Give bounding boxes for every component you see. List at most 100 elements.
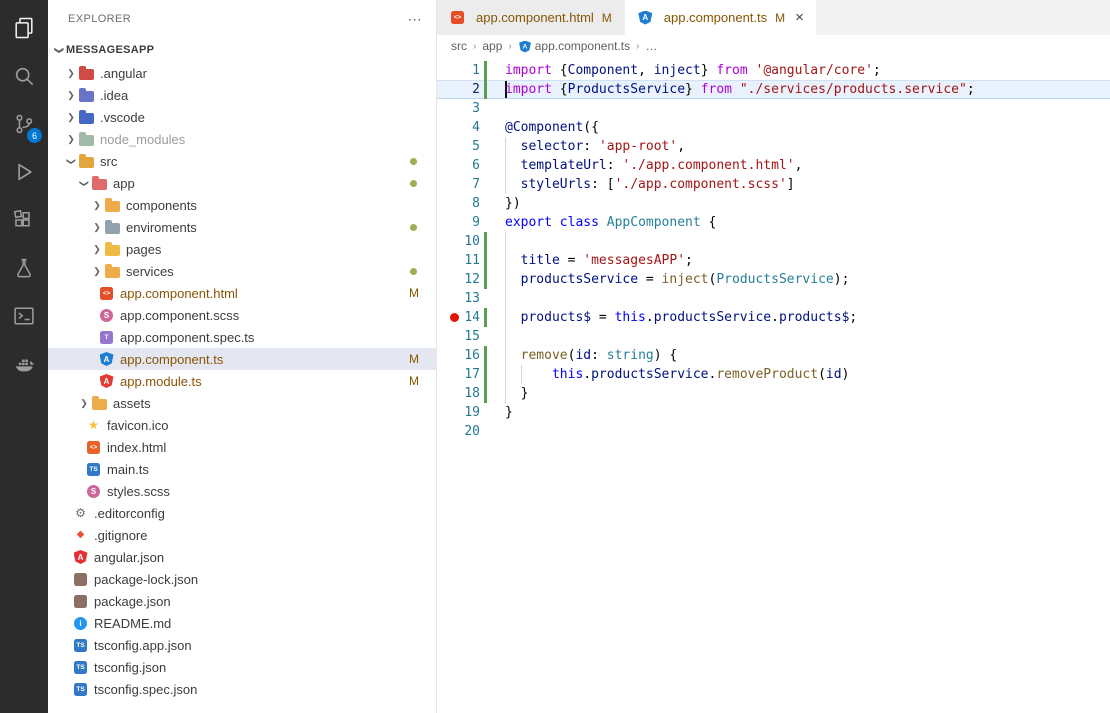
gutter[interactable]: 19 — [437, 403, 505, 422]
tree-item-angular-json[interactable]: Aangular.json — [48, 546, 436, 568]
tab-app-component-html[interactable]: <>app.component.htmlM — [437, 0, 625, 35]
code-line[interactable]: 15 — [437, 327, 1110, 346]
more-actions-icon[interactable]: ⋯ — [408, 11, 422, 28]
activity-testing-button[interactable] — [0, 244, 48, 292]
breadcrumb-item[interactable]: Aapp.component.ts — [518, 39, 630, 53]
code-text[interactable]: remove(id: string) { — [505, 346, 1110, 365]
workspace-section-header[interactable]: ❯ MESSAGESAPP — [48, 38, 436, 62]
code-text[interactable]: }) — [505, 194, 1110, 213]
code-text[interactable] — [505, 99, 1110, 118]
tree-item-app[interactable]: ❯app — [48, 172, 436, 194]
code-text[interactable]: } — [505, 384, 1110, 403]
tree-item-editorconfig[interactable]: ⚙.editorconfig — [48, 502, 436, 524]
code-line[interactable]: 8}) — [437, 194, 1110, 213]
gutter[interactable]: 18 — [437, 384, 505, 403]
tree-item-angular[interactable]: ❯.angular — [48, 62, 436, 84]
code-text[interactable]: styleUrls: ['./app.component.scss'] — [505, 175, 1110, 194]
tree-item-styles-scss[interactable]: Sstyles.scss — [48, 480, 436, 502]
tree-item-enviroments[interactable]: ❯enviroments — [48, 216, 436, 238]
code-line[interactable]: 11 title = 'messagesAPP'; — [437, 251, 1110, 270]
code-line[interactable]: 2import {ProductsService} from "./servic… — [437, 80, 1110, 99]
gutter[interactable]: 12 — [437, 270, 505, 289]
gutter[interactable]: 1 — [437, 61, 505, 80]
gutter[interactable]: 10 — [437, 232, 505, 251]
code-text[interactable]: import {ProductsService} from "./service… — [505, 80, 1110, 99]
tree-item-app-module-ts[interactable]: Aapp.module.tsM — [48, 370, 436, 392]
tree-item-components[interactable]: ❯components — [48, 194, 436, 216]
activity-explorer-button[interactable] — [0, 4, 48, 52]
tree-item-vscode[interactable]: ❯.vscode — [48, 106, 436, 128]
gutter[interactable]: 15 — [437, 327, 505, 346]
gutter[interactable]: 2 — [437, 80, 505, 99]
tree-item-index-html[interactable]: <>index.html — [48, 436, 436, 458]
code-line[interactable]: 5 selector: 'app-root', — [437, 137, 1110, 156]
code-text[interactable]: selector: 'app-root', — [505, 137, 1110, 156]
gutter[interactable]: 14 — [437, 308, 505, 327]
code-text[interactable]: @Component({ — [505, 118, 1110, 137]
code-line[interactable]: 20 — [437, 422, 1110, 441]
code-text[interactable]: export class AppComponent { — [505, 213, 1110, 232]
code-line[interactable]: 10 — [437, 232, 1110, 251]
tree-item-idea[interactable]: ❯.idea — [48, 84, 436, 106]
code-text[interactable]: } — [505, 403, 1110, 422]
activity-docker-button[interactable] — [0, 340, 48, 388]
tree-item-gitignore[interactable]: ◆.gitignore — [48, 524, 436, 546]
tree-item-package-lock-json[interactable]: package-lock.json — [48, 568, 436, 590]
code-text[interactable]: templateUrl: './app.component.html', — [505, 156, 1110, 175]
gutter[interactable]: 3 — [437, 99, 505, 118]
gutter[interactable]: 16 — [437, 346, 505, 365]
code-editor[interactable]: 1import {Component, inject} from '@angul… — [437, 57, 1110, 713]
code-text[interactable]: productsService = inject(ProductsService… — [505, 270, 1110, 289]
code-text[interactable] — [505, 289, 1110, 308]
code-text[interactable] — [505, 327, 1110, 346]
gutter[interactable]: 6 — [437, 156, 505, 175]
tree-item-app-component-html[interactable]: <>app.component.htmlM — [48, 282, 436, 304]
breadcrumb-item[interactable]: app — [482, 39, 502, 53]
gutter[interactable]: 13 — [437, 289, 505, 308]
gutter[interactable]: 4 — [437, 118, 505, 137]
activity-run-debug-button[interactable] — [0, 148, 48, 196]
gutter[interactable]: 5 — [437, 137, 505, 156]
tree-item-services[interactable]: ❯services — [48, 260, 436, 282]
code-text[interactable]: products$ = this.productsService.product… — [505, 308, 1110, 327]
code-text[interactable]: this.productsService.removeProduct(id) — [505, 365, 1110, 384]
code-line[interactable]: 12 productsService = inject(ProductsServ… — [437, 270, 1110, 289]
tree-item-pages[interactable]: ❯pages — [48, 238, 436, 260]
activity-extensions-button[interactable] — [0, 196, 48, 244]
gutter[interactable]: 17 — [437, 365, 505, 384]
gutter[interactable]: 20 — [437, 422, 505, 441]
code-text[interactable] — [505, 232, 1110, 251]
tree-item-assets[interactable]: ❯assets — [48, 392, 436, 414]
tree-item-node-modules[interactable]: ❯node_modules — [48, 128, 436, 150]
code-line[interactable]: 3 — [437, 99, 1110, 118]
gutter[interactable]: 7 — [437, 175, 505, 194]
activity-terminal-button[interactable] — [0, 292, 48, 340]
tree-item-main-ts[interactable]: TSmain.ts — [48, 458, 436, 480]
activity-source-control-button[interactable]: 6 — [0, 100, 48, 148]
gutter[interactable]: 8 — [437, 194, 505, 213]
code-line[interactable]: 1import {Component, inject} from '@angul… — [437, 61, 1110, 80]
tree-item-app-component-ts[interactable]: Aapp.component.tsM — [48, 348, 436, 370]
breadcrumb-item[interactable]: … — [645, 39, 657, 53]
tab-app-component-ts[interactable]: Aapp.component.tsM× — [625, 0, 817, 35]
tree-item-tsconfig-spec-json[interactable]: TStsconfig.spec.json — [48, 678, 436, 700]
code-line[interactable]: 6 templateUrl: './app.component.html', — [437, 156, 1110, 175]
code-line[interactable]: 18 } — [437, 384, 1110, 403]
code-line[interactable]: 7 styleUrls: ['./app.component.scss'] — [437, 175, 1110, 194]
code-line[interactable]: 13 — [437, 289, 1110, 308]
breadcrumb-item[interactable]: src — [451, 39, 467, 53]
tree-item-app-component-scss[interactable]: Sapp.component.scss — [48, 304, 436, 326]
activity-search-button[interactable] — [0, 52, 48, 100]
code-line[interactable]: 19} — [437, 403, 1110, 422]
close-icon[interactable]: × — [795, 10, 804, 25]
code-line[interactable]: 9export class AppComponent { — [437, 213, 1110, 232]
tree-item-tsconfig-app-json[interactable]: TStsconfig.app.json — [48, 634, 436, 656]
tree-item-tsconfig-json[interactable]: TStsconfig.json — [48, 656, 436, 678]
tree-item-app-component-spec-ts[interactable]: Tapp.component.spec.ts — [48, 326, 436, 348]
code-text[interactable] — [505, 422, 1110, 441]
tree-item-readme-md[interactable]: iREADME.md — [48, 612, 436, 634]
tree-item-favicon-ico[interactable]: ★favicon.ico — [48, 414, 436, 436]
code-text[interactable]: title = 'messagesAPP'; — [505, 251, 1110, 270]
code-line[interactable]: 17 this.productsService.removeProduct(id… — [437, 365, 1110, 384]
code-line[interactable]: 4@Component({ — [437, 118, 1110, 137]
